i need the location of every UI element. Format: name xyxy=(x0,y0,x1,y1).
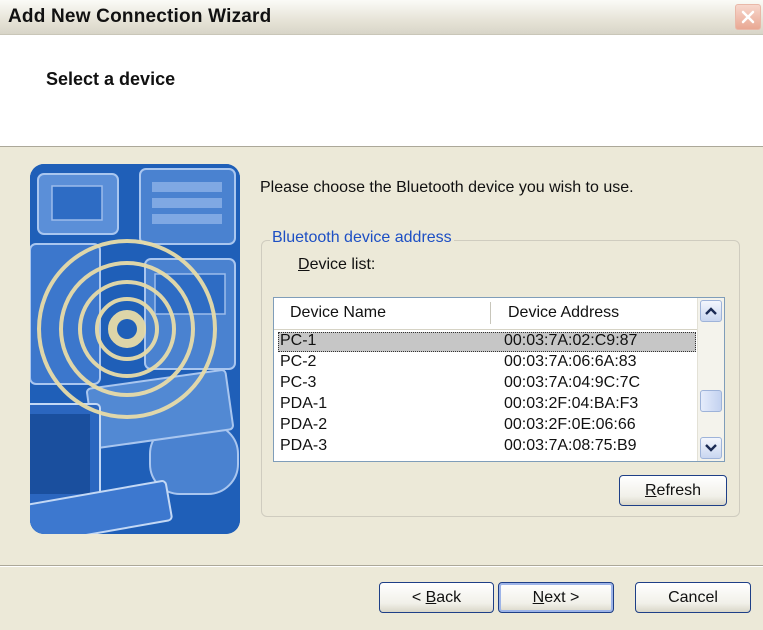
wizard-window: Add New Connection Wizard Select a devic… xyxy=(0,0,763,630)
list-row[interactable]: PC-3 00:03:7A:04:9C:7C xyxy=(278,374,696,394)
device-address-cell: 00:03:7A:06:6A:83 xyxy=(504,353,637,370)
refresh-button[interactable]: Refresh xyxy=(619,475,727,506)
device-name-cell: PDA-3 xyxy=(280,437,328,454)
page-title: Select a device xyxy=(46,69,176,89)
refresh-label-rest: efresh xyxy=(656,481,702,499)
cancel-button[interactable]: Cancel xyxy=(635,582,751,613)
window-title: Add New Connection Wizard xyxy=(8,6,272,27)
device-address-cell: 00:03:7A:04:9C:7C xyxy=(504,374,641,391)
list-row[interactable]: PDA-2 00:03:2F:0E:06:66 xyxy=(278,416,696,436)
next-label-rest: ext > xyxy=(544,588,580,606)
close-button[interactable] xyxy=(735,4,761,30)
device-name-cell: PC-3 xyxy=(280,374,317,391)
footer-divider xyxy=(0,565,763,567)
bluetooth-devices-illustration xyxy=(30,164,240,534)
instruction-text: Please choose the Bluetooth device you w… xyxy=(260,179,634,196)
vertical-scrollbar[interactable] xyxy=(697,298,724,461)
column-divider[interactable] xyxy=(490,302,491,324)
refresh-mnemonic: R xyxy=(644,481,657,499)
list-row-selected[interactable]: PC-1 00:03:7A:02:C9:87 xyxy=(278,332,696,352)
device-name-cell: PDA-1 xyxy=(280,395,328,412)
column-header-device-name[interactable]: Device Name xyxy=(290,304,386,322)
list-header: Device Name Device Address xyxy=(274,298,700,330)
arrow-down-icon xyxy=(705,444,717,452)
device-name-cell: PC-1 xyxy=(280,332,317,349)
device-address-cell: 00:03:7A:02:C9:87 xyxy=(504,332,638,349)
device-address-cell: 00:03:2F:04:BA:F3 xyxy=(504,395,639,412)
list-row[interactable]: PDA-3 00:03:7A:08:75:B9 xyxy=(278,437,696,457)
device-list-label: Device list: xyxy=(298,256,375,274)
title-bar[interactable]: Add New Connection Wizard xyxy=(0,0,763,35)
scroll-up-button[interactable] xyxy=(700,300,722,322)
device-list-label-mnemonic: D xyxy=(298,256,310,273)
next-button[interactable]: Next > xyxy=(498,582,614,613)
back-prefix: < xyxy=(411,588,426,606)
device-address-cell: 00:03:2F:0E:06:66 xyxy=(504,416,636,433)
scroll-down-button[interactable] xyxy=(700,437,722,459)
back-label-rest: ack xyxy=(436,588,462,606)
device-name-cell: PC-2 xyxy=(280,353,317,370)
list-row[interactable]: PDA-1 00:03:2F:04:BA:F3 xyxy=(278,395,696,415)
group-legend: Bluetooth device address xyxy=(270,229,454,247)
back-mnemonic: B xyxy=(425,588,437,606)
device-name-cell: PDA-2 xyxy=(280,416,328,433)
next-mnemonic: N xyxy=(532,588,545,606)
arrow-up-icon xyxy=(705,307,717,315)
scroll-thumb[interactable] xyxy=(700,390,722,412)
wizard-header: Select a device xyxy=(0,35,763,147)
device-list[interactable]: Device Name Device Address PC-1 00:03:7A… xyxy=(273,297,725,462)
back-button[interactable]: < Back xyxy=(379,582,494,613)
device-address-cell: 00:03:7A:08:75:B9 xyxy=(504,437,637,454)
column-header-device-address[interactable]: Device Address xyxy=(508,304,619,322)
device-list-label-rest: evice list: xyxy=(309,256,376,273)
close-x-icon xyxy=(741,10,755,24)
list-row[interactable]: PC-2 00:03:7A:06:6A:83 xyxy=(278,353,696,373)
